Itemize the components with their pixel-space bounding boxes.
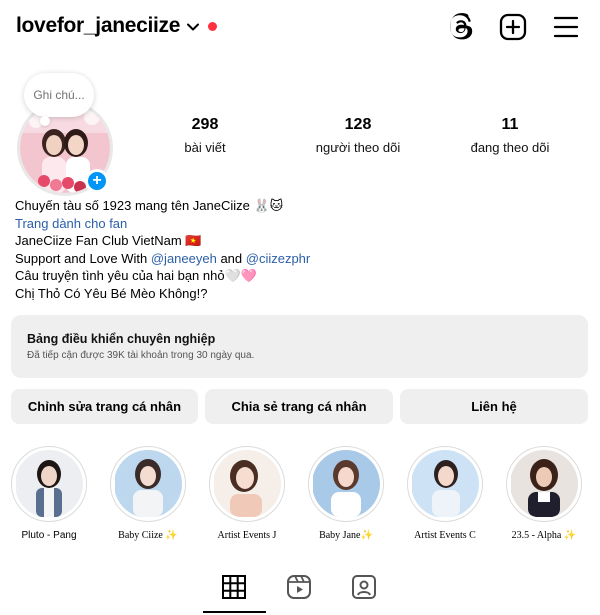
highlight-ring xyxy=(308,446,384,522)
note-placeholder: Ghi chú... xyxy=(33,88,85,102)
highlight-item[interactable]: Baby Jane✨ xyxy=(306,446,386,541)
tagged-icon[interactable] xyxy=(351,574,377,600)
posts-label: bài viết xyxy=(184,140,226,155)
highlight-cover xyxy=(312,450,380,518)
highlight-ring xyxy=(407,446,483,522)
followers-stat[interactable]: 128 người theo dõi xyxy=(304,116,412,155)
profile-bio: Chuyến tàu số 1923 mang tên JaneCiize 🐰🐱… xyxy=(15,197,575,303)
dashboard-subtitle: Đã tiếp cận được 39K tài khoản trong 30 … xyxy=(27,350,255,361)
menu-icon[interactable] xyxy=(551,12,581,42)
bio-line: Support and Love With @janeeyeh and @cii… xyxy=(15,250,575,268)
add-story-button[interactable]: + xyxy=(85,169,109,193)
active-tab-indicator xyxy=(203,611,266,613)
top-bar: lovefor_janeciize xyxy=(0,0,600,56)
highlight-cover xyxy=(510,450,578,518)
new-post-icon[interactable] xyxy=(498,12,528,42)
highlight-ring xyxy=(11,446,87,522)
highlight-item[interactable]: Pluto - Pang xyxy=(9,446,89,541)
followers-label: người theo dõi xyxy=(315,140,401,155)
following-stat[interactable]: 11 đang theo dõi xyxy=(460,116,560,155)
highlight-label: Pluto - Pang xyxy=(21,530,77,541)
highlight-cover xyxy=(213,450,281,518)
highlight-item[interactable]: Artist Events J xyxy=(207,446,287,541)
highlight-item[interactable]: 23.5 - Alpha ✨ xyxy=(504,446,584,541)
highlight-ring xyxy=(110,446,186,522)
highlight-ring xyxy=(506,446,582,522)
bio-line: Chuyến tàu số 1923 mang tên JaneCiize 🐰🐱 xyxy=(15,198,284,213)
account-switcher[interactable]: lovefor_janeciize xyxy=(16,14,218,38)
highlight-item[interactable]: Artist Events C xyxy=(405,446,485,541)
highlight-label: Baby Ciize ✨ xyxy=(118,530,178,541)
highlight-label: Baby Jane✨ xyxy=(319,530,373,541)
username: lovefor_janeciize xyxy=(16,14,181,37)
highlight-cover xyxy=(411,450,479,518)
category-link[interactable]: Trang dành cho fan xyxy=(15,215,575,233)
posts-stat[interactable]: 298 bài viết xyxy=(164,116,246,155)
edit-profile-button[interactable]: Chỉnh sửa trang cá nhân xyxy=(11,389,198,424)
highlight-label: Artist Events J xyxy=(217,530,277,541)
following-count: 11 xyxy=(501,116,519,133)
highlight-item[interactable]: Baby Ciize ✨ xyxy=(108,446,188,541)
highlight-label: Artist Events C xyxy=(414,530,476,541)
note-bubble[interactable]: Ghi chú... xyxy=(24,73,94,117)
share-profile-button[interactable]: Chia sẻ trang cá nhân xyxy=(205,389,393,424)
note-bubble-tail xyxy=(40,116,50,126)
following-label: đang theo dõi xyxy=(470,140,550,155)
mention-link[interactable]: @ciizezphr xyxy=(246,251,311,266)
mention-link[interactable]: @janeeyeh xyxy=(151,251,217,266)
posts-count: 298 xyxy=(191,116,219,133)
chevron-down-icon xyxy=(187,23,200,31)
highlight-cover xyxy=(114,450,182,518)
profile-tabs xyxy=(0,566,600,615)
bio-line: Câu truyện tình yêu của hai bạn nhỏ🤍🩷 xyxy=(15,268,257,284)
dashboard-title: Bảng điều khiển chuyên nghiệp xyxy=(27,332,216,346)
bio-text: Support and Love With xyxy=(15,250,151,266)
bio-text: and xyxy=(216,250,246,266)
followers-count: 128 xyxy=(344,116,372,133)
contact-button[interactable]: Liên hệ xyxy=(400,389,588,424)
threads-icon[interactable] xyxy=(446,12,476,42)
bio-line: Chị Thỏ Có Yêu Bé Mèo Không!? xyxy=(15,285,208,301)
notification-dot xyxy=(208,21,218,31)
professional-dashboard[interactable]: Bảng điều khiển chuyên nghiệp Đã tiếp cậ… xyxy=(11,315,588,378)
reels-icon[interactable] xyxy=(286,574,312,600)
highlight-ring xyxy=(209,446,285,522)
grid-icon[interactable] xyxy=(221,574,247,600)
highlight-label: 23.5 - Alpha ✨ xyxy=(511,530,577,541)
bio-line: JaneCiize Fan Club VietNam 🇻🇳 xyxy=(15,233,202,249)
highlight-cover xyxy=(15,450,83,518)
